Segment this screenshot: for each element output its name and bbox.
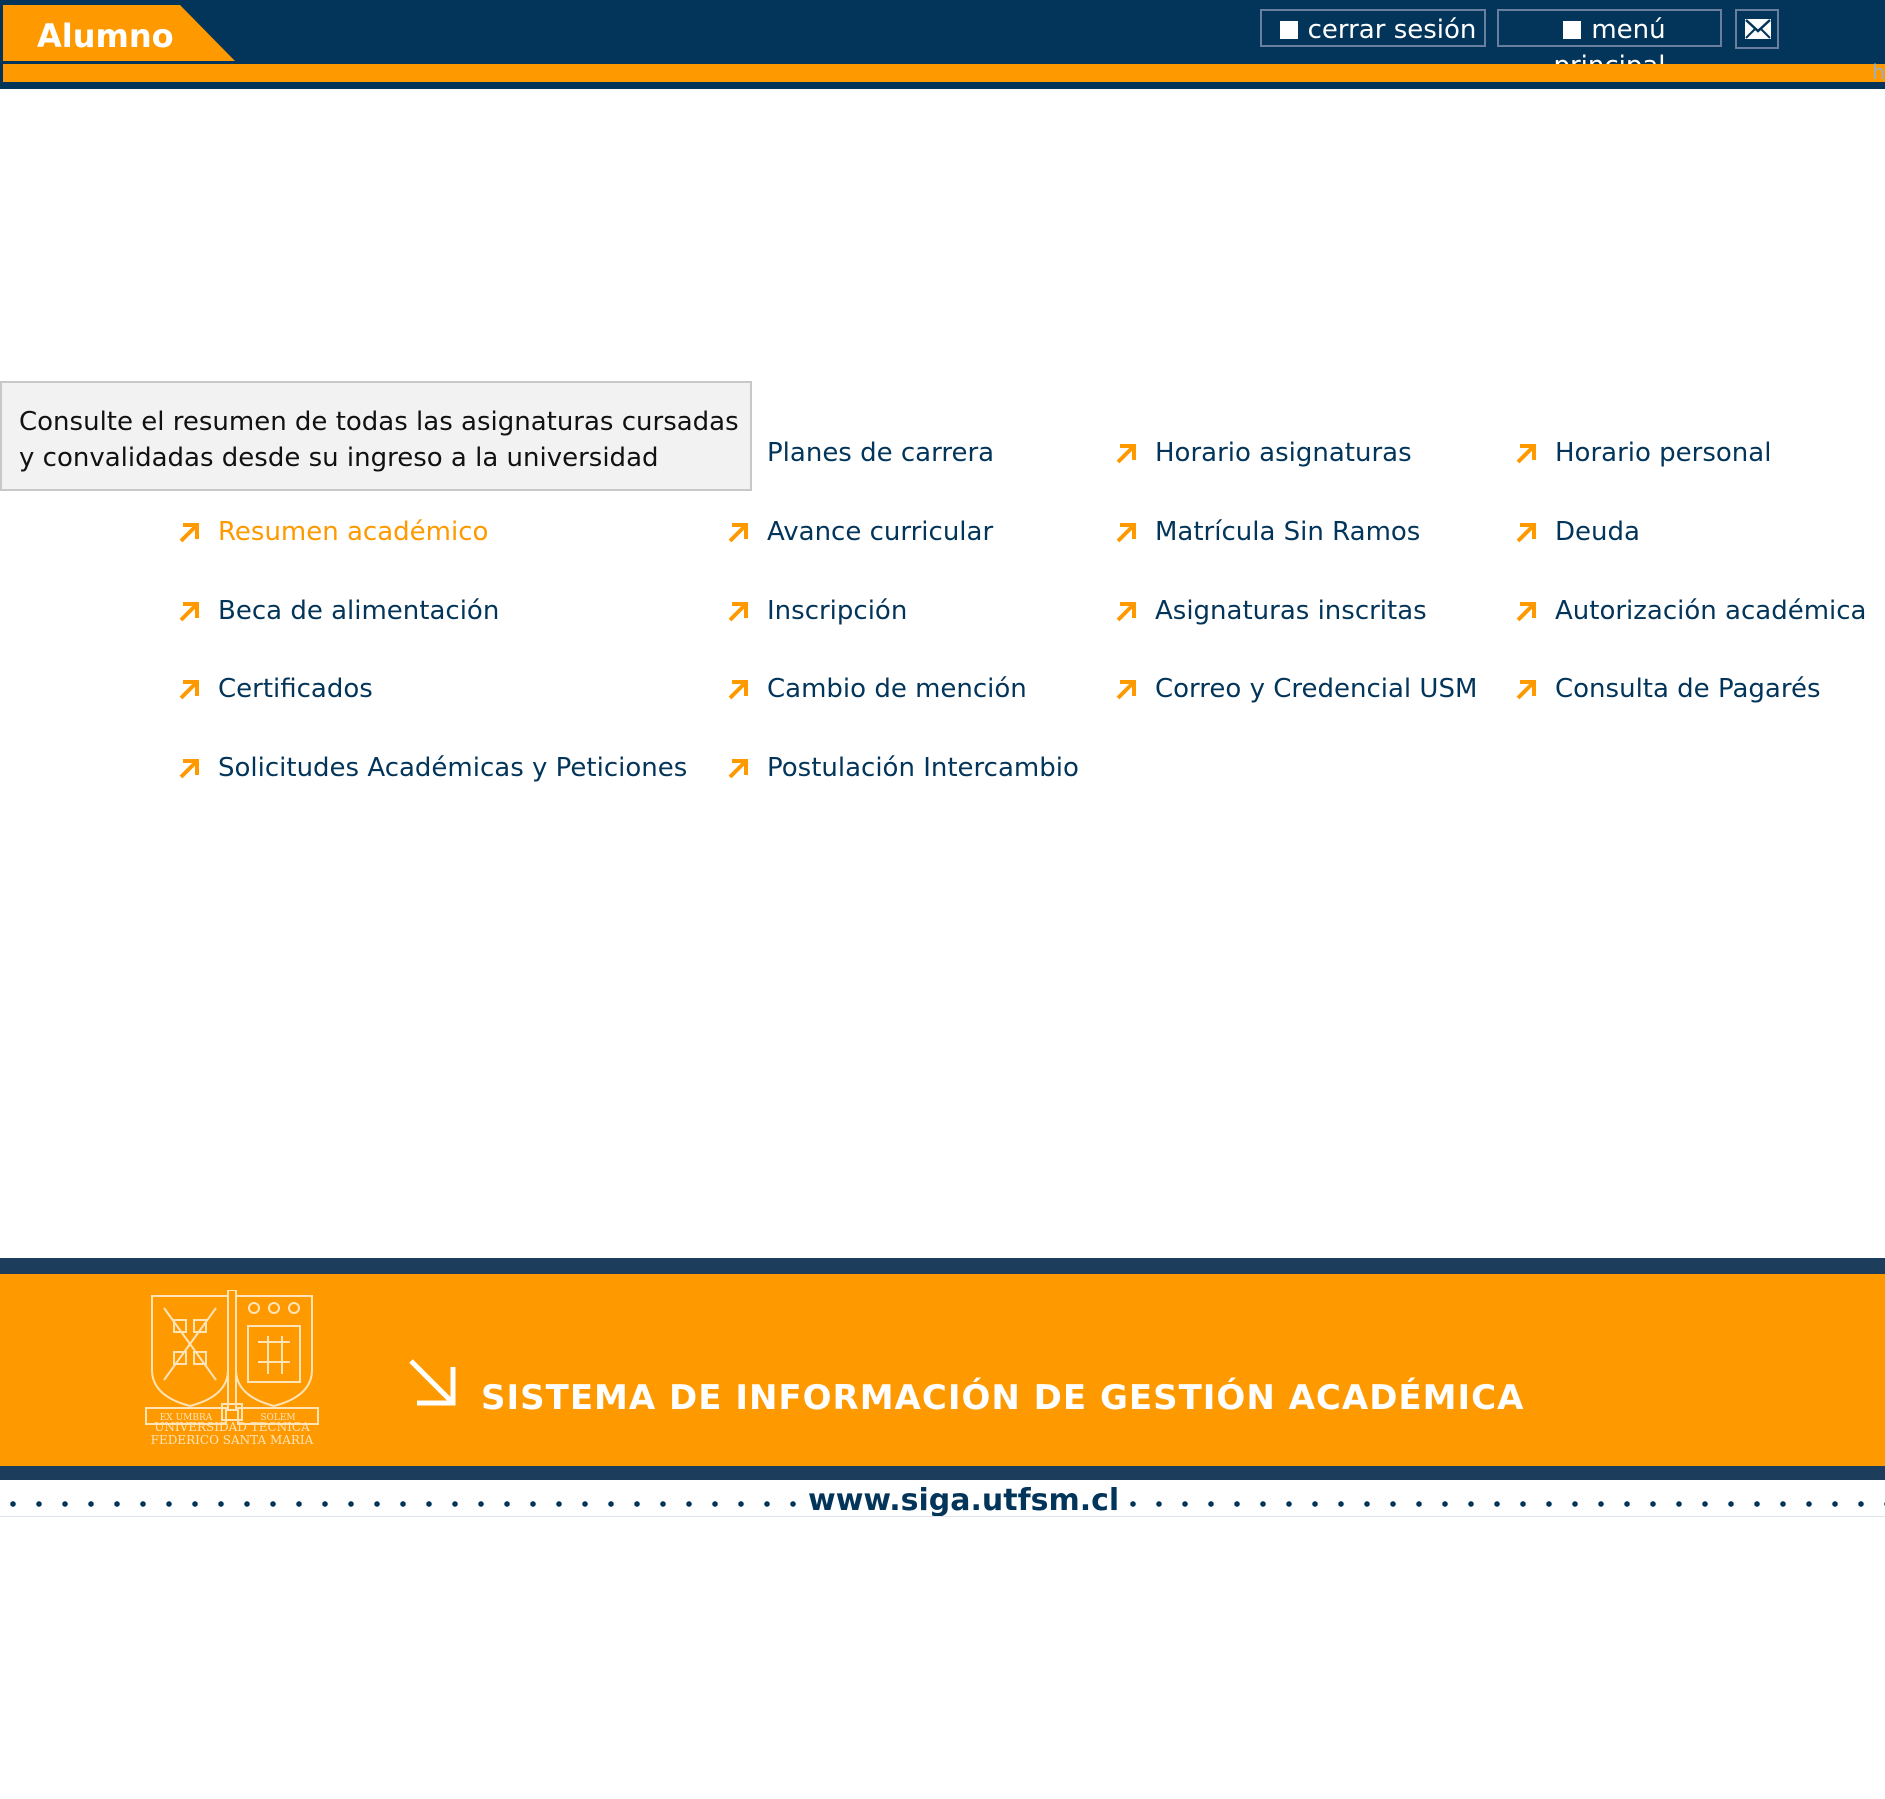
menu-item-label: Planes de carrera: [767, 438, 995, 468]
footer-bottom-line: [0, 1466, 1885, 1480]
menu-item-label: Avance curricular: [767, 517, 994, 547]
menu-item-label: Cambio de mención: [767, 674, 1027, 704]
checkbox-square-icon: [1563, 21, 1582, 39]
mail-button[interactable]: [1735, 9, 1779, 49]
arrow-up-right-icon: [1116, 680, 1136, 700]
arrow-up-right-icon: [179, 523, 199, 543]
arrow-up-right-icon: [1516, 680, 1536, 700]
top-header: Alumno cerrar sesión menú principal h: [0, 0, 1885, 89]
menu-item-label: Beca de alimentación: [218, 596, 500, 626]
menu-item-label: Asignaturas inscritas: [1155, 596, 1427, 626]
menu-item-label: Matrícula Sin Ramos: [1155, 517, 1421, 547]
dots-right: [1120, 1498, 1885, 1510]
menu-item-label: Consulta de Pagarés: [1555, 674, 1821, 704]
arrow-up-right-icon: [728, 680, 748, 700]
university-name-line2: FEDERICO SANTA MARIA: [150, 1433, 314, 1447]
arrow-up-right-icon: [1516, 444, 1536, 464]
footer-top-line: [0, 1258, 1885, 1274]
arrow-up-right-icon: [1516, 523, 1536, 543]
tooltip-description: Consulte el resumen de todas las asignat…: [0, 381, 752, 491]
site-url-link[interactable]: www.siga.utfsm.cl: [808, 1483, 1119, 1518]
arrow-up-right-icon: [1116, 444, 1136, 464]
role-label: Alumno: [37, 17, 174, 55]
menu-item-label: Solicitudes Académicas y Peticiones: [218, 753, 688, 783]
menu-item-label: Resumen académico: [218, 517, 489, 547]
menu-item-label: Horario asignaturas: [1155, 438, 1412, 468]
mail-icon: [1745, 19, 1771, 39]
arrow-down-right-icon: [409, 1359, 456, 1406]
menu-item-label: Deuda: [1555, 517, 1640, 547]
arrow-up-right-icon: [1116, 602, 1136, 622]
arrow-up-right-icon: [179, 680, 199, 700]
header-orange-bar: [3, 64, 1885, 82]
arrow-up-right-icon: [1516, 602, 1536, 622]
dots-left: [0, 1498, 800, 1510]
menu-item-label: Correo y Credencial USM: [1155, 674, 1478, 704]
header-corner-text: h: [1872, 60, 1885, 84]
arrow-up-right-icon: [179, 602, 199, 622]
arrow-up-right-icon: [728, 759, 748, 779]
checkbox-square-icon: [1279, 21, 1298, 39]
menu-item-label: Autorización académica: [1555, 596, 1867, 626]
menu-item-label: Certificados: [218, 674, 373, 704]
arrow-up-right-icon: [728, 602, 748, 622]
menu-item-label: Postulación Intercambio: [767, 753, 1079, 783]
menu-item-label: Inscripción: [767, 596, 908, 626]
arrow-up-right-icon: [1116, 523, 1136, 543]
main-menu-button[interactable]: menú principal: [1497, 9, 1722, 81]
system-title: SISTEMA DE INFORMACIÓN DE GESTIÓN ACADÉM…: [481, 1378, 1525, 1418]
logout-label: cerrar sesión: [1307, 15, 1477, 45]
footer-hairline: [0, 1516, 1885, 1517]
logout-button[interactable]: cerrar sesión: [1260, 9, 1486, 47]
arrow-up-right-icon: [728, 523, 748, 543]
role-tab: Alumno: [3, 5, 235, 61]
arrow-up-right-icon: [179, 759, 199, 779]
university-name: UNIVERSIDAD TECNICA FEDERICO SANTA MARIA: [144, 1421, 320, 1447]
menu-item-label: Horario personal: [1555, 438, 1772, 468]
